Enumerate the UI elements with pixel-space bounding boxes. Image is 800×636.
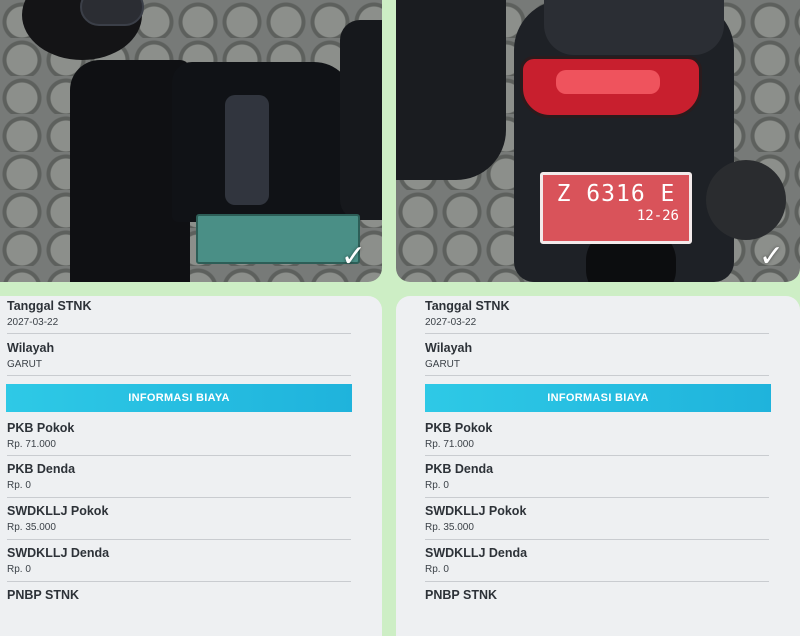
field-tanggal-stnk: Tanggal STNK 2027-03-22	[7, 299, 92, 330]
windshield-glare	[225, 95, 269, 205]
adjacent-motorcycle	[396, 0, 506, 180]
vehicle-info-card: Tanggal STNK 2027-03-22 Wilayah GARUT IN…	[396, 296, 800, 636]
field-label: SWDKLLJ Denda	[7, 546, 110, 560]
field-value: Rp. 0	[425, 564, 449, 575]
divider	[425, 333, 769, 334]
exhaust	[706, 160, 786, 240]
field-value: Rp. 0	[7, 564, 31, 575]
field-value: 2027-03-22	[7, 317, 59, 328]
field-value: Rp. 71.000	[425, 439, 474, 450]
helmet	[22, 0, 144, 60]
field-pkb-pokok: PKB Pokok Rp. 71.000	[7, 421, 74, 452]
field-label: PKB Pokok	[425, 421, 493, 435]
field-wilayah: Wilayah GARUT	[7, 341, 54, 372]
license-plate-front	[196, 214, 360, 264]
license-plate-rear: Z 6316 E 12-26	[540, 172, 692, 244]
field-label: PKB Denda	[7, 462, 76, 476]
field-value: 2027-03-22	[425, 317, 477, 328]
field-label: Wilayah	[425, 341, 473, 355]
check-icon[interactable]: ✓	[341, 242, 366, 272]
field-label: PNBP STNK	[425, 588, 498, 602]
field-swdkllj-pokok: SWDKLLJ Pokok Rp. 35.000	[7, 504, 108, 535]
divider	[425, 581, 769, 582]
adjacent-motorcycle	[340, 20, 382, 220]
divider	[7, 581, 351, 582]
field-label: SWDKLLJ Pokok	[425, 504, 527, 518]
divider	[7, 497, 351, 498]
divider	[7, 539, 351, 540]
plate-expiry: 12-26	[636, 208, 679, 224]
field-label: Wilayah	[7, 341, 55, 355]
field-swdkllj-denda: SWDKLLJ Denda Rp. 0	[7, 546, 109, 577]
field-value: Rp. 0	[425, 480, 449, 491]
divider	[425, 497, 769, 498]
section-header-informasi-biaya: INFORMASI BIAYA	[425, 384, 771, 412]
check-icon[interactable]: ✓	[759, 242, 784, 272]
field-pkb-denda: PKB Denda Rp. 0	[425, 462, 493, 493]
divider	[425, 455, 769, 456]
field-pnbp-stnk: PNBP STNK	[425, 588, 497, 605]
divider	[7, 455, 351, 456]
vehicle-photo-rear[interactable]: Z 6316 E 12-26 ✓	[396, 0, 800, 282]
field-label: PKB Denda	[425, 462, 494, 476]
field-label: Tanggal STNK	[425, 299, 510, 313]
motorcycle-seat	[544, 0, 724, 55]
field-value: Rp. 35.000	[425, 522, 474, 533]
field-tanggal-stnk: Tanggal STNK 2027-03-22	[425, 299, 510, 330]
field-swdkllj-denda: SWDKLLJ Denda Rp. 0	[425, 546, 527, 577]
field-swdkllj-pokok: SWDKLLJ Pokok Rp. 35.000	[425, 504, 526, 535]
field-wilayah: Wilayah GARUT	[425, 341, 472, 372]
field-pnbp-stnk: PNBP STNK	[7, 588, 79, 605]
field-label: SWDKLLJ Pokok	[7, 504, 109, 518]
divider	[425, 375, 769, 376]
field-label: SWDKLLJ Denda	[425, 546, 528, 560]
field-pkb-pokok: PKB Pokok Rp. 71.000	[425, 421, 492, 452]
vehicle-panel-left: ✓ Tanggal STNK 2027-03-22 Wilayah GARUT …	[0, 0, 382, 636]
field-label: PNBP STNK	[7, 588, 80, 602]
vehicle-panel-right: Z 6316 E 12-26 ✓ Tanggal STNK 2027-03-22…	[396, 0, 800, 636]
field-label: PKB Pokok	[7, 421, 75, 435]
field-pkb-denda: PKB Denda Rp. 0	[7, 462, 75, 493]
field-value: Rp. 71.000	[7, 439, 56, 450]
field-value: GARUT	[7, 359, 42, 370]
divider	[7, 375, 351, 376]
field-label: Tanggal STNK	[7, 299, 92, 313]
vehicle-info-card: Tanggal STNK 2027-03-22 Wilayah GARUT IN…	[0, 296, 382, 636]
vehicle-photo-front[interactable]: ✓	[0, 0, 382, 282]
divider	[7, 333, 351, 334]
field-value: GARUT	[425, 359, 460, 370]
helmet-visor	[80, 0, 144, 26]
tail-light-glow	[556, 70, 660, 94]
field-value: Rp. 0	[7, 480, 31, 491]
divider	[425, 539, 769, 540]
section-header-informasi-biaya: INFORMASI BIAYA	[6, 384, 352, 412]
plate-number: Z 6316 E	[556, 181, 676, 207]
field-value: Rp. 35.000	[7, 522, 56, 533]
